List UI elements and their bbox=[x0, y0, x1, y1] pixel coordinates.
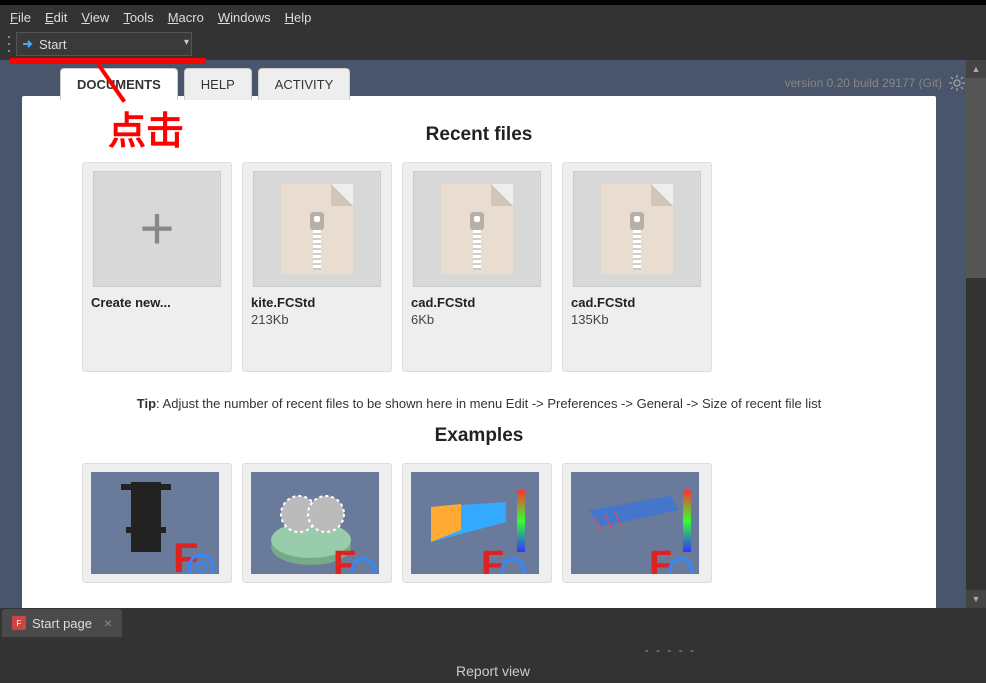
scroll-up-icon[interactable]: ▲ bbox=[966, 60, 986, 78]
example-thumb: F bbox=[91, 472, 219, 574]
menu-view[interactable]: View bbox=[81, 10, 109, 25]
file-icon bbox=[573, 171, 701, 287]
file-size: 213Kb bbox=[251, 312, 383, 327]
recent-heading: Recent files bbox=[82, 124, 876, 146]
tab-activity[interactable]: ACTIVITY bbox=[258, 68, 351, 100]
example-card[interactable]: F bbox=[82, 463, 232, 583]
freecad-icon: F bbox=[12, 616, 26, 630]
version-label: version 0.20 build 29177 (Git) bbox=[785, 76, 942, 90]
example-thumb: F bbox=[411, 472, 539, 574]
file-size: 135Kb bbox=[571, 312, 703, 327]
example-thumb: F bbox=[251, 472, 379, 574]
close-icon[interactable]: × bbox=[104, 615, 112, 631]
document-tabs: F Start page × bbox=[0, 608, 122, 638]
arrow-right-icon bbox=[21, 37, 35, 51]
recent-file-card[interactable]: kite.FCStd 213Kb bbox=[242, 162, 392, 372]
example-card[interactable]: F bbox=[562, 463, 712, 583]
example-card[interactable]: F bbox=[242, 463, 392, 583]
annotation-underline bbox=[10, 58, 206, 64]
example-thumb: F bbox=[571, 472, 699, 574]
svg-text:F: F bbox=[173, 534, 199, 574]
chevron-down-icon: ▾ bbox=[184, 37, 189, 48]
bottom-panel: - - - - - Report view bbox=[0, 639, 986, 683]
workbench-label: Start bbox=[39, 37, 66, 52]
start-page: Recent files + Create new... kite.FCStd 213… bbox=[22, 96, 936, 608]
tip-text: Tip: Adjust the number of recent files t… bbox=[82, 396, 876, 411]
file-name: cad.FCStd bbox=[411, 295, 543, 310]
create-new-card[interactable]: + Create new... bbox=[82, 162, 232, 372]
plus-icon: + bbox=[93, 171, 221, 287]
scroll-down-icon[interactable]: ▼ bbox=[966, 590, 986, 608]
menu-windows[interactable]: Windows bbox=[218, 10, 271, 25]
example-card[interactable]: F bbox=[402, 463, 552, 583]
workbench-selector[interactable]: Start ▾ bbox=[16, 32, 192, 56]
recent-file-card[interactable]: cad.FCStd 135Kb bbox=[562, 162, 712, 372]
doctab-start-page[interactable]: F Start page × bbox=[2, 609, 122, 637]
file-name: Create new... bbox=[91, 295, 223, 310]
panel-handle[interactable]: - - - - - bbox=[645, 643, 696, 657]
recent-file-card[interactable]: cad.FCStd 6Kb bbox=[402, 162, 552, 372]
toolbar-grip[interactable] bbox=[6, 34, 12, 54]
menu-bar: File Edit View Tools Macro Windows Help bbox=[0, 5, 986, 29]
toolbar: Start ▾ bbox=[0, 29, 986, 59]
file-icon bbox=[413, 171, 541, 287]
file-name: kite.FCStd bbox=[251, 295, 383, 310]
menu-edit[interactable]: Edit bbox=[45, 10, 67, 25]
menu-help[interactable]: Help bbox=[285, 10, 312, 25]
report-view-label: Report view bbox=[0, 659, 986, 683]
doctab-label: Start page bbox=[32, 616, 92, 631]
tab-help[interactable]: HELP bbox=[184, 68, 252, 100]
menu-macro[interactable]: Macro bbox=[168, 10, 204, 25]
file-name: cad.FCStd bbox=[571, 295, 703, 310]
recent-files-row: + Create new... kite.FCStd 213Kb cad.FCStd 6K… bbox=[82, 162, 876, 372]
annotation-text: 点击 bbox=[108, 100, 184, 155]
gear-icon[interactable] bbox=[948, 74, 966, 92]
examples-heading: Examples bbox=[82, 425, 876, 447]
menu-tools[interactable]: Tools bbox=[123, 10, 153, 25]
file-icon bbox=[253, 171, 381, 287]
examples-row: FFFF bbox=[82, 463, 876, 583]
scrollbar[interactable]: ▲ ▼ bbox=[966, 60, 986, 608]
scroll-thumb[interactable] bbox=[966, 78, 986, 278]
file-size: 6Kb bbox=[411, 312, 543, 327]
menu-file[interactable]: File bbox=[10, 10, 31, 25]
